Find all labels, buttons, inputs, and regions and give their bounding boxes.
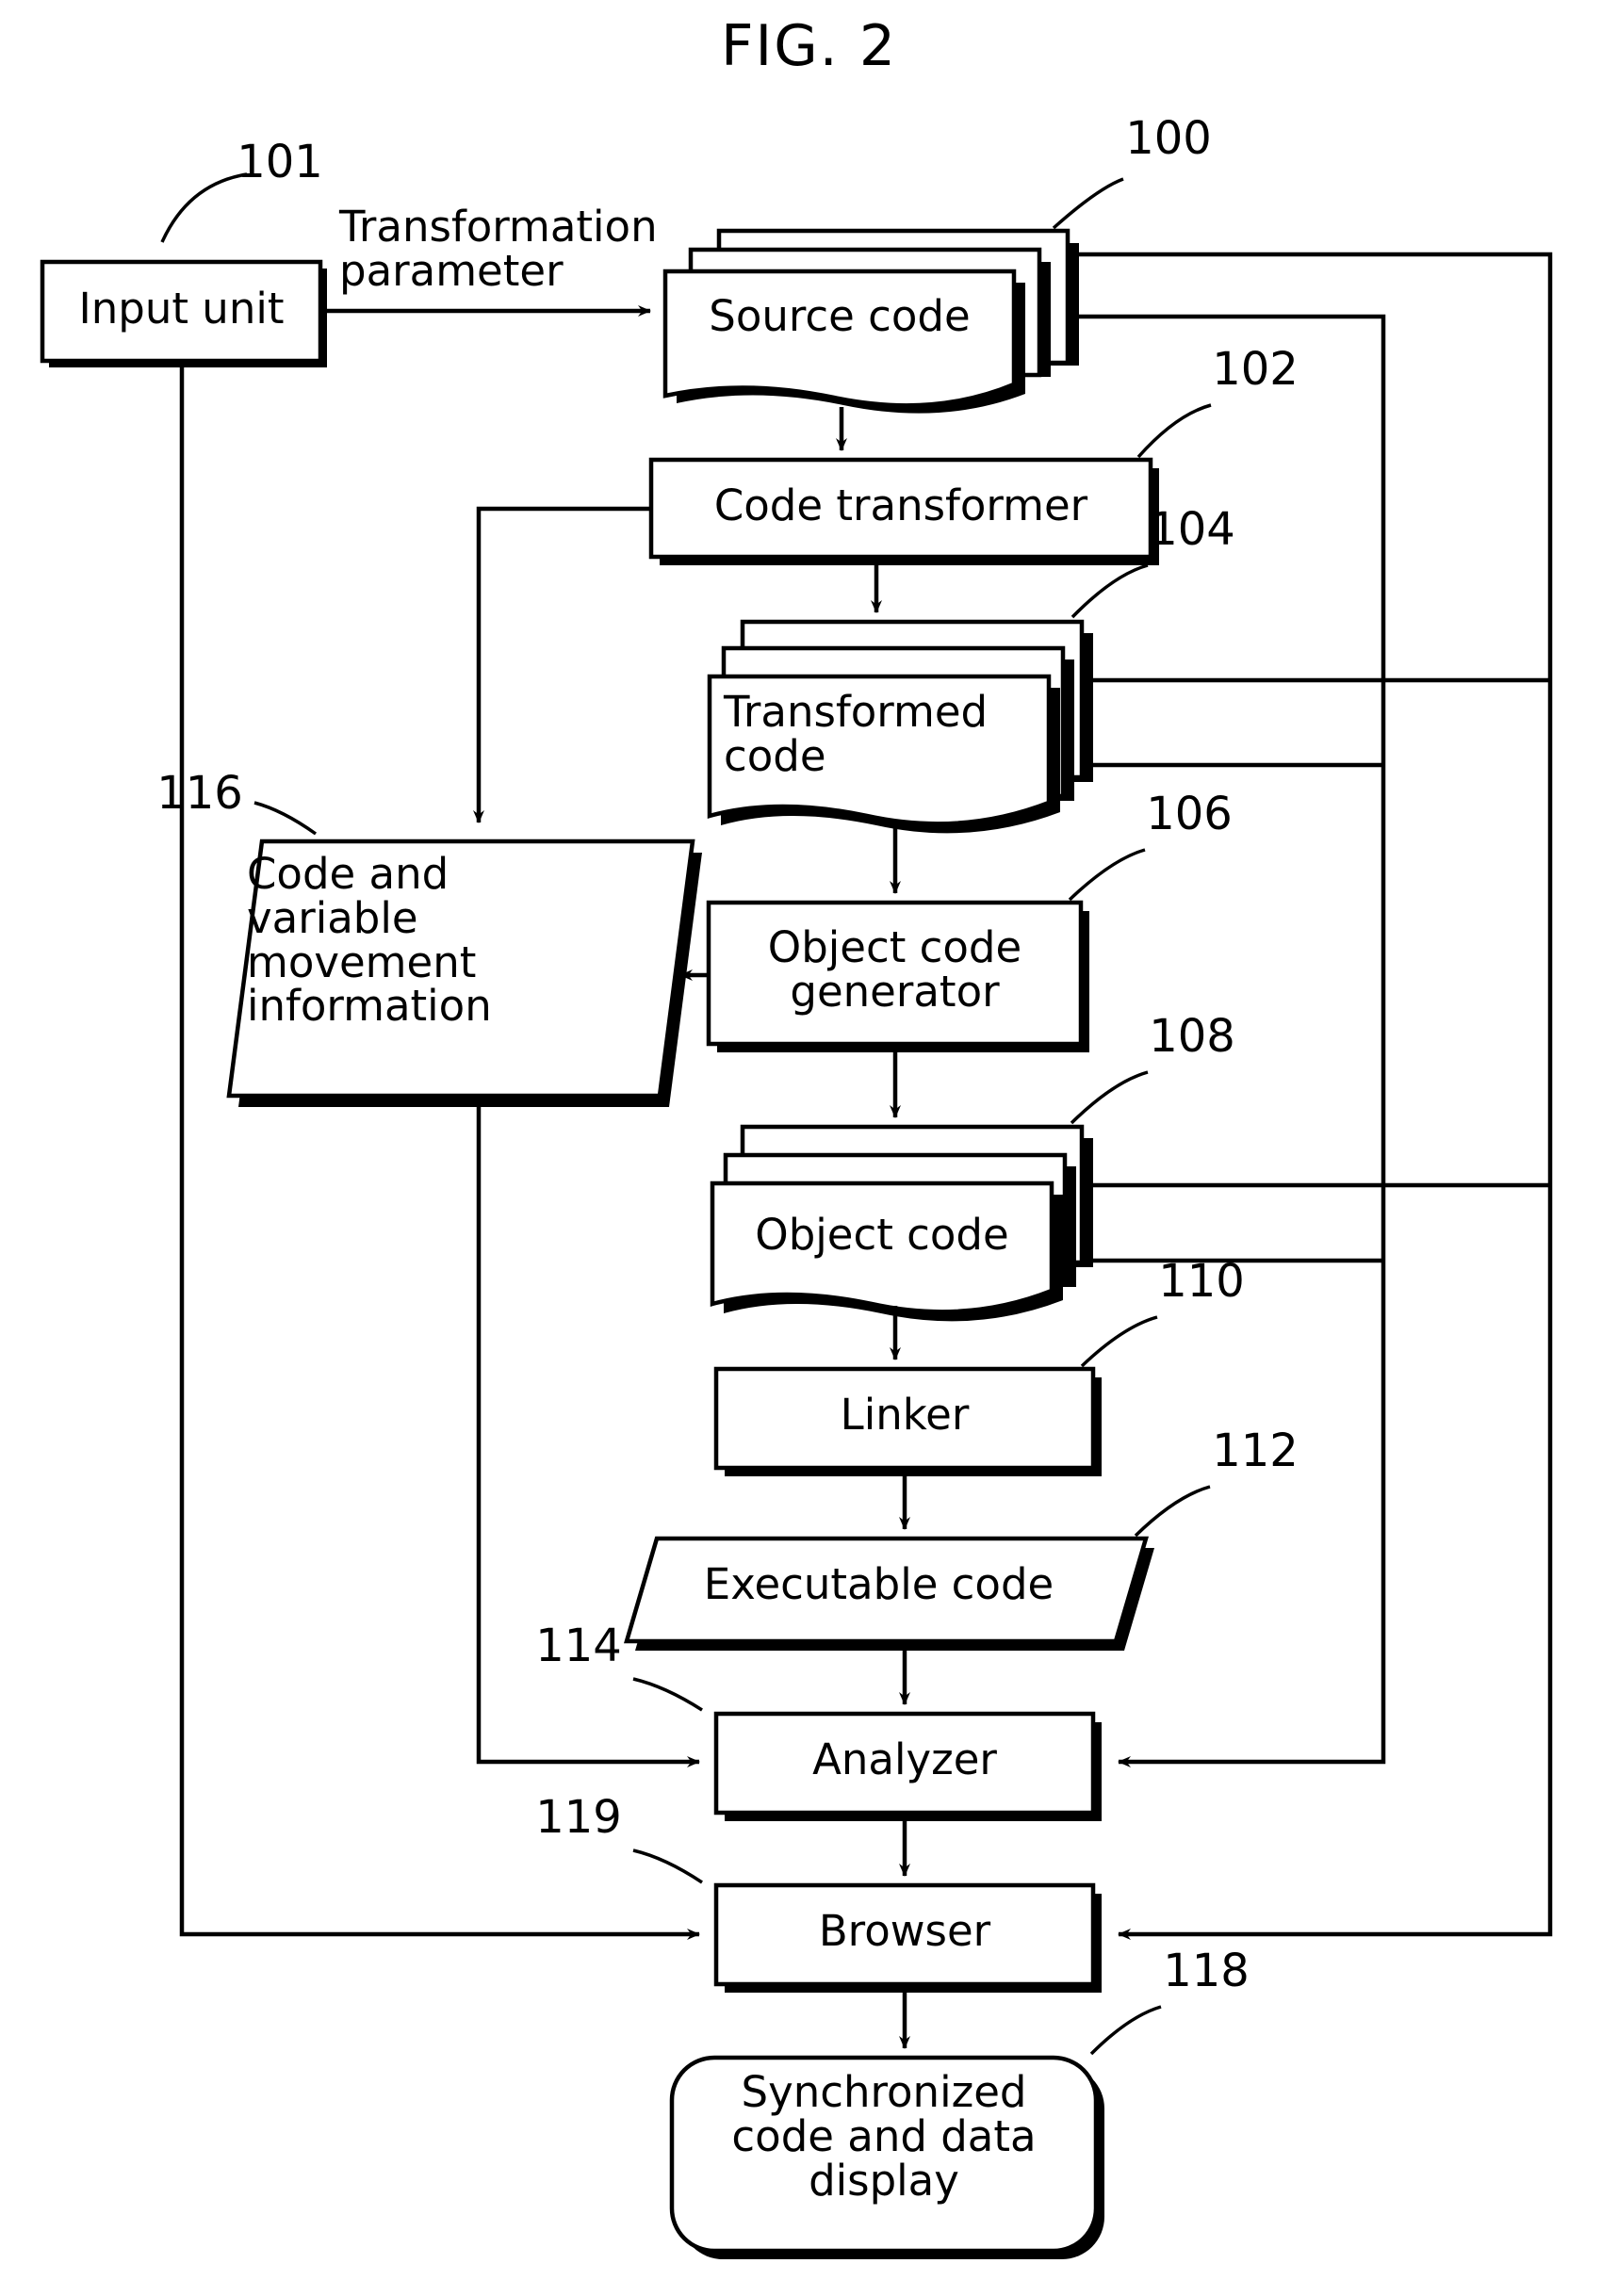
node-label-source-code: Source code bbox=[709, 291, 971, 341]
node-label-transformed-code: Transformed code bbox=[724, 687, 989, 781]
ref-number-114: 114 bbox=[535, 1620, 622, 1672]
leader-118 bbox=[1089, 2005, 1162, 2056]
leader-100 bbox=[1052, 177, 1124, 230]
leader-110 bbox=[1080, 1315, 1158, 1368]
node-label-object-generator: Object code generator bbox=[767, 922, 1022, 1017]
ref-number-104: 104 bbox=[1149, 503, 1235, 556]
ref-number-108: 108 bbox=[1149, 1010, 1235, 1063]
leader-104 bbox=[1070, 563, 1149, 619]
leader-114 bbox=[632, 1677, 703, 1712]
leader-116 bbox=[253, 801, 318, 836]
ref-number-112: 112 bbox=[1212, 1425, 1299, 1477]
node-label-movement-info: Code and variable movement information bbox=[247, 849, 492, 1032]
ref-number-100: 100 bbox=[1125, 112, 1212, 165]
ref-number-101: 101 bbox=[237, 136, 323, 188]
ref-number-110: 110 bbox=[1158, 1255, 1245, 1308]
ref-number-118: 118 bbox=[1163, 1945, 1250, 1997]
node-label-input-unit: Input unit bbox=[78, 284, 285, 334]
figure-canvas: FIG. 2 Input unit Source code Code trans… bbox=[0, 0, 1618, 2296]
ref-number-119: 119 bbox=[535, 1791, 622, 1844]
node-label-sync-display: Synchronized code and data display bbox=[731, 2067, 1037, 2206]
leader-119 bbox=[632, 1848, 703, 1884]
node-label-linker: Linker bbox=[840, 1390, 970, 1440]
edge-label-transformation-parameter: Transformation parameter bbox=[339, 202, 658, 296]
ref-number-102: 102 bbox=[1212, 343, 1299, 396]
node-label-analyzer: Analyzer bbox=[812, 1734, 997, 1784]
edge-input-to-browser bbox=[179, 359, 700, 1940]
node-label-object-code: Object code bbox=[755, 1210, 1009, 1260]
ref-number-106: 106 bbox=[1146, 788, 1233, 840]
leader-106 bbox=[1068, 848, 1146, 902]
node-label-code-transformer: Code transformer bbox=[713, 480, 1088, 530]
node-label-executable-code: Executable code bbox=[703, 1559, 1054, 1609]
ref-number-116: 116 bbox=[156, 767, 243, 820]
node-label-browser: Browser bbox=[818, 1906, 991, 1956]
edge-transformer-to-movement bbox=[473, 506, 649, 823]
leader-102 bbox=[1136, 403, 1212, 459]
leader-108 bbox=[1070, 1070, 1149, 1125]
figure-title: FIG. 2 bbox=[720, 13, 898, 79]
leader-112 bbox=[1134, 1485, 1211, 1538]
